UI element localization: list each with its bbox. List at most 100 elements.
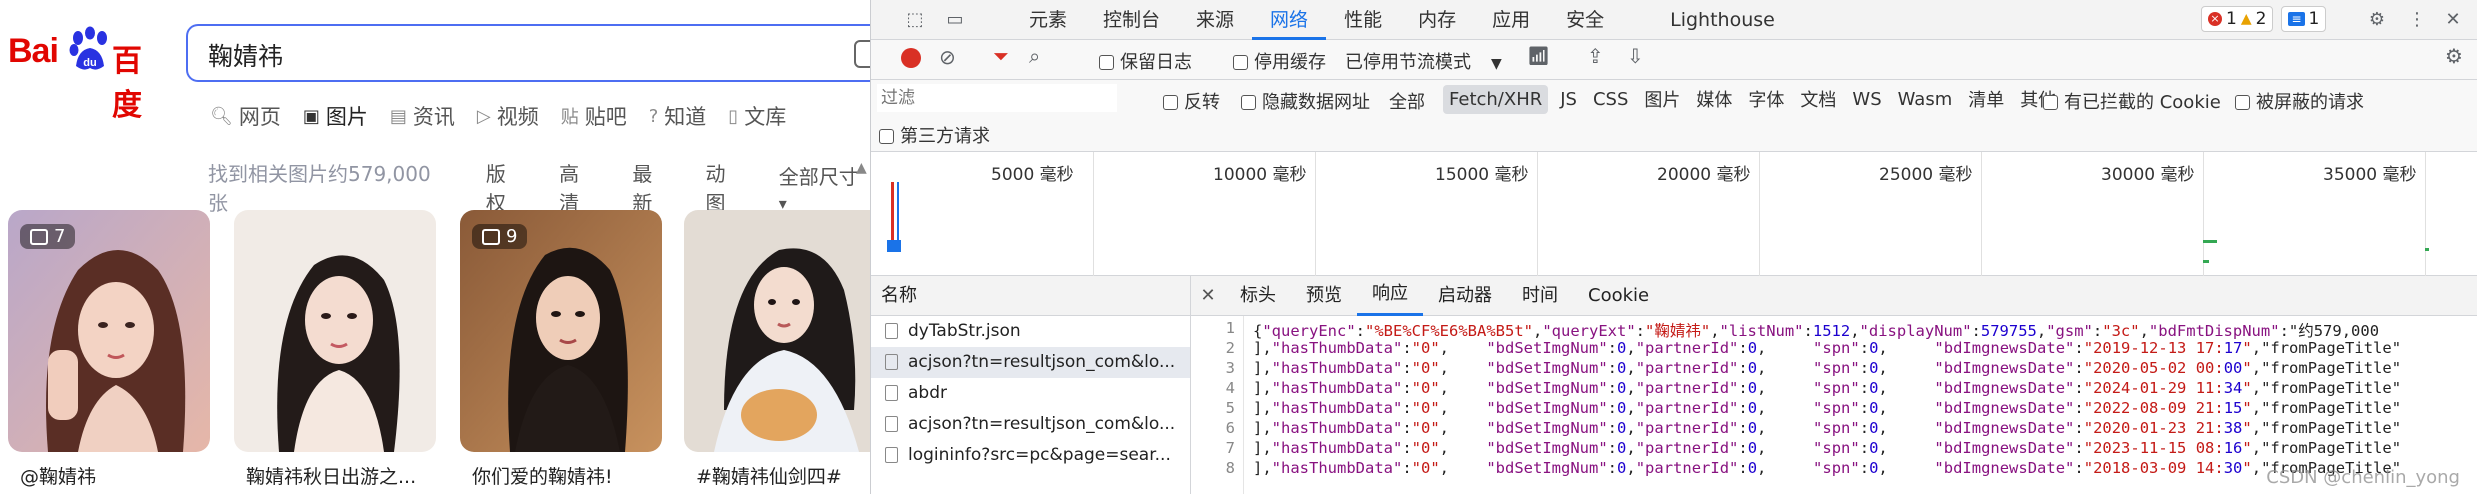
line-number: 8 <box>1225 459 1235 477</box>
type-js[interactable]: JS <box>1556 85 1581 114</box>
filter-hd[interactable]: 高清 <box>559 158 598 216</box>
tab-video[interactable]: ▷ 视频 <box>477 100 539 132</box>
throttle-select[interactable]: 已停用节流模式 ▼ <box>1345 48 1502 74</box>
invert-checkbox[interactable]: 反转 <box>1163 88 1220 114</box>
type-fetch-xhr[interactable]: Fetch/XHR <box>1443 84 1549 114</box>
request-row[interactable]: logininfo?src=pc&page=sear... <box>871 440 1190 471</box>
request-bar <box>887 240 901 252</box>
image-caption[interactable]: 你们爱的鞠婧祎! <box>460 462 660 489</box>
clear-icon[interactable]: ⊘ <box>939 45 956 69</box>
more-menu-icon[interactable]: ⋮ <box>2405 8 2429 32</box>
network-settings-gear-icon[interactable]: ⚙ <box>2445 44 2463 68</box>
image-card[interactable]: 9 你们爱的鞠婧祎! <box>460 210 662 489</box>
type-font[interactable]: 字体 <box>1744 82 1788 116</box>
baidu-logo[interactable]: Bai du 百度 <box>8 26 168 123</box>
blocked-requests-label: 被屏蔽的请求 <box>2256 92 2364 113</box>
disable-cache-checkbox[interactable]: 停用缓存 <box>1233 48 1326 74</box>
search-box[interactable] <box>186 24 870 82</box>
result-image[interactable]: 7 <box>8 210 210 452</box>
filter-input[interactable] <box>877 84 1117 112</box>
request-bar <box>2425 248 2429 251</box>
tab-application[interactable]: 应用 <box>1474 0 1548 40</box>
timeline-tick-label: 35000 毫秒 <box>2323 165 2417 185</box>
tab-elements[interactable]: 元素 <box>1011 0 1085 40</box>
image-card[interactable]: #鞠婧祎仙剑四# <box>684 210 870 489</box>
tab-wenku[interactable]: ▯ 文库 <box>728 100 786 132</box>
file-icon <box>885 323 898 339</box>
tab-performance[interactable]: 性能 <box>1326 0 1400 40</box>
type-wasm[interactable]: Wasm <box>1894 85 1957 114</box>
tab-preview[interactable]: 预览 <box>1291 277 1357 315</box>
image-card[interactable]: 7 @鞠婧祎 <box>8 210 210 489</box>
tab-initiator[interactable]: 启动器 <box>1423 277 1507 315</box>
hide-data-urls-checkbox[interactable]: 隐藏数据网址 <box>1241 88 1370 114</box>
tab-console[interactable]: 控制台 <box>1085 0 1178 40</box>
filter-animated[interactable]: 动图 <box>706 158 745 216</box>
result-image[interactable] <box>234 210 436 452</box>
image-caption[interactable]: 鞠婧祎秋日出游之... <box>234 462 434 489</box>
timeline-gridline <box>1981 152 1982 276</box>
tab-network[interactable]: 网络 <box>1252 0 1327 40</box>
tab-response[interactable]: 响应 <box>1357 275 1423 316</box>
camera-icon[interactable] <box>854 40 870 68</box>
detail-tabs: ✕ 标头 预览 响应 启动器 时间 Cookie <box>1191 276 2477 316</box>
search-input[interactable] <box>208 40 808 69</box>
tab-headers[interactable]: 标头 <box>1225 277 1291 315</box>
third-party-checkbox[interactable]: 第三方请求 <box>879 122 990 148</box>
tab-timing[interactable]: 时间 <box>1507 277 1573 315</box>
image-card[interactable]: 鞠婧祎秋日出游之... <box>234 210 436 489</box>
error-count: 1 <box>2226 9 2237 29</box>
type-all[interactable]: 全部 <box>1389 88 1425 114</box>
record-icon[interactable] <box>901 48 921 68</box>
wifi-settings-icon[interactable]: 📶︎ <box>1527 46 1550 67</box>
tab-memory[interactable]: 内存 <box>1400 0 1474 40</box>
close-icon[interactable]: ✕ <box>1191 285 1225 306</box>
image-caption[interactable]: #鞠婧祎仙剑四# <box>684 462 870 489</box>
type-media[interactable]: 媒体 <box>1692 82 1736 116</box>
line-number: 1 <box>1225 319 1235 337</box>
tab-label: 知道 <box>664 105 707 129</box>
inspect-element-icon[interactable]: ⬚ <box>903 8 927 32</box>
request-row[interactable]: acjson?tn=resultjson_com&lo... <box>871 409 1190 440</box>
request-row[interactable]: acjson?tn=resultjson_com&lo... <box>871 347 1190 378</box>
device-toolbar-icon[interactable]: ▭ <box>943 8 967 32</box>
tab-zhidao[interactable]: ? 知道 <box>649 100 707 132</box>
blocked-cookies-checkbox[interactable]: 有已拦截的 Cookie <box>2043 88 2221 114</box>
type-doc[interactable]: 文档 <box>1796 82 1840 116</box>
message-counter[interactable]: ≡ 1 <box>2281 6 2327 32</box>
tab-news[interactable]: ▤ 资讯 <box>390 100 455 132</box>
tab-tieba[interactable]: 贴贴吧 <box>561 100 627 132</box>
search-icon[interactable]: ⌕ <box>1029 44 1040 68</box>
close-icon[interactable]: ✕ <box>2441 8 2465 32</box>
result-image[interactable] <box>684 210 870 452</box>
error-warning-counter[interactable]: × 1 ▲ 2 <box>2201 6 2274 32</box>
name-column-header[interactable]: 名称 <box>871 276 1190 316</box>
upload-icon[interactable]: ⇪ <box>1587 44 1604 68</box>
tab-images[interactable]: ▣ 图片 <box>303 100 368 132</box>
result-image[interactable]: 9 <box>460 210 662 452</box>
blocked-requests-checkbox[interactable]: 被屏蔽的请求 <box>2235 88 2364 114</box>
request-row[interactable]: abdr <box>871 378 1190 409</box>
document-icon: ▯ <box>728 105 739 127</box>
page-scrollbar[interactable]: ▲ <box>856 160 867 190</box>
code-line: ],"hasThumbData":"0", "bdSetImgNum":0,"p… <box>1253 419 2402 437</box>
type-img[interactable]: 图片 <box>1640 82 1684 116</box>
preserve-log-checkbox[interactable]: 保留日志 <box>1099 48 1192 74</box>
tab-web[interactable]: 🔍︎ 网页 <box>210 100 281 132</box>
filter-copyright[interactable]: 版权 <box>486 158 525 216</box>
request-row[interactable]: dyTabStr.json <box>871 316 1190 347</box>
type-manifest[interactable]: 清单 <box>1964 82 2008 116</box>
download-icon[interactable]: ⇩ <box>1627 44 1644 68</box>
logo-text-bai: Bai <box>8 32 59 70</box>
type-ws[interactable]: WS <box>1848 85 1885 114</box>
tab-lighthouse[interactable]: Lighthouse <box>1652 0 1793 40</box>
tab-security[interactable]: 安全 <box>1548 0 1622 40</box>
network-timeline-overview[interactable]: 5000 毫秒 10000 毫秒 15000 毫秒 20000 毫秒 25000… <box>871 152 2477 276</box>
filter-icon[interactable]: ⏷ <box>993 44 1009 68</box>
image-caption[interactable]: @鞠婧祎 <box>8 462 208 489</box>
type-css[interactable]: CSS <box>1589 85 1632 114</box>
gear-icon[interactable]: ⚙ <box>2365 8 2389 32</box>
filter-latest[interactable]: 最新 <box>632 158 671 216</box>
tab-cookies[interactable]: Cookie <box>1573 277 1664 315</box>
tab-sources[interactable]: 来源 <box>1178 0 1252 40</box>
